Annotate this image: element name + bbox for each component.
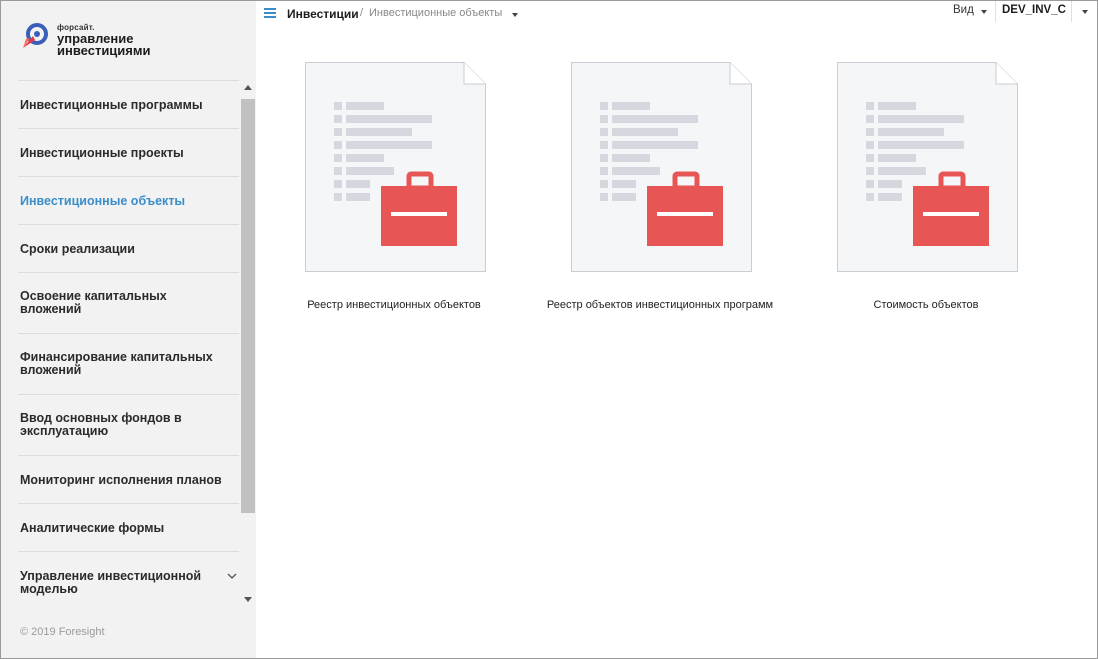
sidebar: форсайт. управление инвестициями Инвести…: [1, 1, 256, 658]
sidebar-item-label: Мониторинг исполнения планов: [20, 472, 222, 487]
logo-title-line2: инвестициями: [57, 43, 151, 58]
divider: [995, 1, 996, 22]
view-menu-button[interactable]: Вид: [953, 4, 974, 16]
foresight-logo-icon: [23, 23, 48, 48]
top-bar: Инвестиции / Инвестиционные объекты Вид …: [256, 1, 1097, 25]
briefcase-report-icon: [571, 62, 752, 272]
sidebar-item-label: Аналитические формы: [20, 520, 165, 535]
logo[interactable]: форсайт. управление инвестициями: [21, 19, 221, 63]
sidebar-item-investment-programs[interactable]: Инвестиционные программы: [18, 81, 239, 129]
sidebar-scrollbar[interactable]: [241, 85, 255, 611]
sidebar-item-implementation-terms[interactable]: Сроки реализации: [18, 225, 239, 273]
breadcrumb-caret-down-icon[interactable]: [512, 13, 518, 17]
sidebar-item-investment-projects[interactable]: Инвестиционные проекты: [18, 129, 239, 177]
chevron-down-icon[interactable]: [227, 571, 237, 581]
view-caret-down-icon[interactable]: [981, 10, 987, 14]
sidebar-item-capex-financing[interactable]: Финансирование капитальных вложений: [18, 334, 239, 395]
breadcrumb-current: Инвестиционные объекты: [369, 7, 503, 19]
sidebar-item-analytic-forms[interactable]: Аналитические формы: [18, 504, 239, 552]
scroll-thumb[interactable]: [241, 99, 255, 513]
tile-label: Реестр инвестиционных объектов: [307, 299, 481, 311]
sidebar-item-label: Сроки реализации: [20, 241, 135, 256]
tile-objects-cost[interactable]: Стоимость объектов: [796, 62, 1056, 322]
sidebar-item-label: Управление инвестиционной моделью: [20, 568, 202, 596]
sidebar-item-label: Инвестиционные объекты: [20, 193, 186, 208]
briefcase-report-icon: [837, 62, 1018, 272]
sidebar-item-capex-development[interactable]: Освоение капитальных вложений: [18, 273, 239, 334]
user-name[interactable]: DEV_INV_C: [1002, 4, 1066, 16]
sidebar-item-label: Инвестиционные программы: [20, 97, 203, 112]
sidebar-item-label: Финансирование капитальных вложений: [20, 350, 213, 377]
sidebar-item-label: Инвестиционные проекты: [20, 145, 184, 160]
sidebar-nav: Инвестиционные программы Инвестиционные …: [18, 81, 239, 613]
scroll-down-arrow-icon[interactable]: [244, 597, 252, 602]
sidebar-item-investment-model[interactable]: Управление инвестиционной моделью: [18, 552, 239, 613]
sidebar-item-plan-monitoring[interactable]: Мониторинг исполнения планов: [18, 456, 239, 504]
hamburger-menu-icon[interactable]: [264, 8, 276, 18]
logo-title: управление инвестициями: [57, 32, 151, 58]
tile-program-objects-register[interactable]: Реестр объектов инвестиционных программ: [530, 62, 790, 322]
breadcrumb-separator: /: [360, 7, 364, 19]
tile-label: Реестр объектов инвестиционных программ: [546, 299, 774, 311]
user-caret-down-icon[interactable]: [1082, 10, 1088, 14]
copyright: © 2019 Foresight: [20, 626, 105, 638]
sidebar-item-label: Ввод основных фондов в эксплуатацию: [20, 411, 182, 438]
briefcase-report-icon: [305, 62, 486, 272]
breadcrumb-root[interactable]: Инвестиции: [287, 7, 359, 21]
tile-investment-objects-register[interactable]: Реестр инвестиционных объектов: [264, 62, 524, 322]
sidebar-item-fixed-assets-commissioning[interactable]: Ввод основных фондов в эксплуатацию: [18, 395, 239, 456]
scroll-up-arrow-icon[interactable]: [244, 85, 252, 90]
sidebar-item-label: Освоение капитальных вложений: [20, 289, 167, 316]
sidebar-item-investment-objects[interactable]: Инвестиционные объекты: [18, 177, 239, 225]
tile-label: Стоимость объектов: [873, 299, 979, 311]
divider: [1071, 1, 1072, 22]
